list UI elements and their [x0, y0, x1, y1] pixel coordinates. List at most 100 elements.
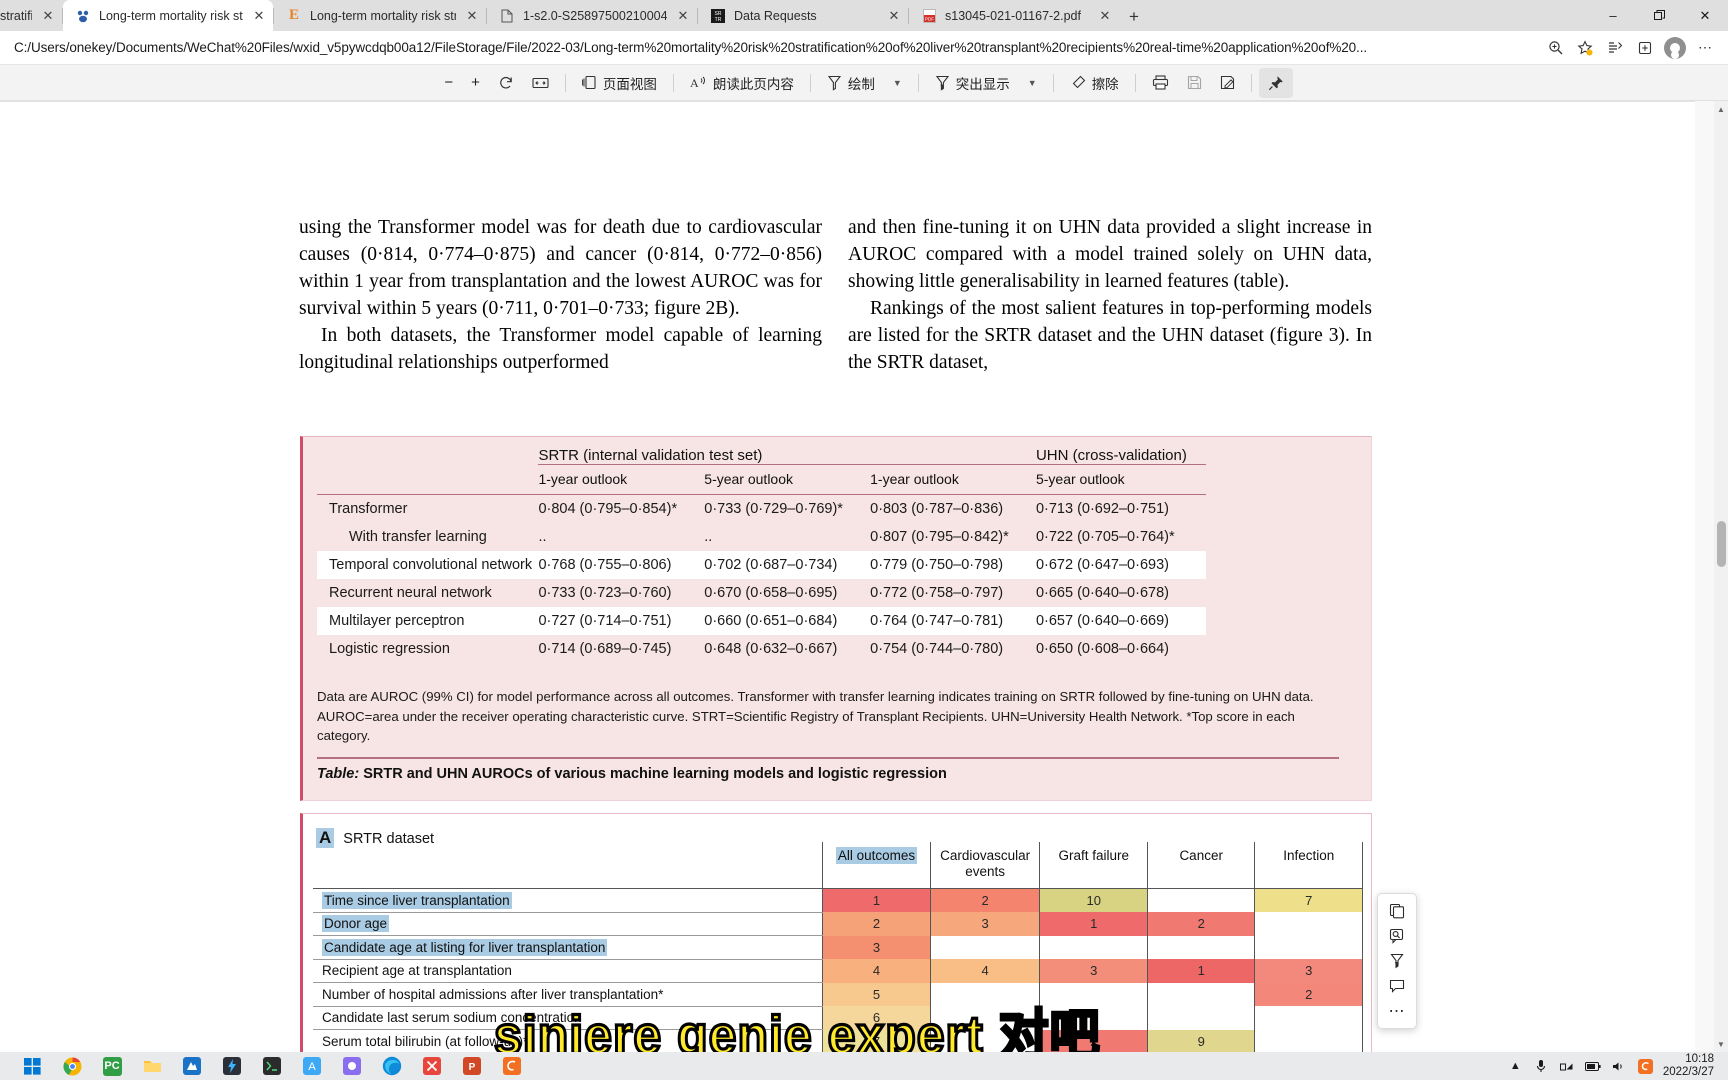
more-options-icon[interactable]: ⋯ [1384, 998, 1410, 1023]
search-web-icon[interactable] [1384, 924, 1410, 949]
scroll-down-icon[interactable]: ▼ [1714, 1036, 1728, 1052]
windows-start-icon[interactable] [12, 1052, 52, 1080]
close-tab-icon[interactable]: ✕ [886, 8, 902, 24]
pdf-viewer[interactable]: using the Transformer model was for deat… [0, 101, 1728, 1052]
cell-value: 0·714 (0·689–0·745) [538, 641, 672, 657]
close-tab-icon[interactable]: ✕ [251, 8, 267, 24]
close-tab-icon[interactable]: ✕ [464, 8, 480, 24]
fit-page-button[interactable] [523, 68, 558, 98]
clock[interactable]: 10:18 2022/3/27 [1663, 1053, 1718, 1079]
heatmap-cell [1146, 982, 1256, 1006]
table-corner-cell [317, 447, 538, 465]
ime-icon[interactable] [1637, 1056, 1654, 1076]
battery-icon[interactable] [1585, 1056, 1602, 1076]
caption-text: SRTR and UHN AUROCs of various machine l… [363, 766, 947, 782]
url-text[interactable]: C:/Users/onekey/Documents/WeChat%20Files… [10, 40, 1540, 55]
highlight-options-button[interactable]: ▼ [1019, 68, 1046, 98]
volume-icon[interactable] [1611, 1056, 1628, 1076]
table-row: Temporal convolutional network 0·768 (0·… [317, 551, 1361, 579]
cell-value: 0·648 (0·632–0·667) [704, 641, 838, 657]
scrollbar-thumb[interactable] [1717, 521, 1726, 567]
browser-tab-0[interactable]: stratific ✕ [0, 0, 62, 31]
tab-title: Data Requests [734, 8, 817, 23]
draw-label: 绘制 [847, 76, 875, 92]
add-collection-icon[interactable] [1630, 33, 1660, 63]
favorite-icon[interactable] [1570, 33, 1600, 63]
baidu-icon [75, 8, 91, 24]
close-tab-icon[interactable]: ✕ [40, 8, 56, 24]
cell-value: .. [538, 529, 547, 545]
caption-divider [317, 757, 1339, 759]
close-tab-icon[interactable]: ✕ [675, 8, 691, 24]
save-as-button[interactable] [1211, 68, 1244, 98]
heatmap-col-infection: Infection [1254, 842, 1363, 889]
profile-icon[interactable] [1660, 33, 1690, 63]
tab-title: Long-term mortality risk stratific [99, 8, 243, 23]
close-tab-icon[interactable]: ✕ [1097, 8, 1113, 24]
row-label: Transformer [317, 494, 539, 523]
page-view-icon [581, 75, 597, 90]
draw-options-button[interactable]: ▼ [884, 68, 911, 98]
new-tab-button[interactable]: + [1119, 3, 1149, 31]
browser-tab-2[interactable]: E Long-term mortality risk stratific ✕ [274, 0, 486, 31]
editor-icon[interactable] [172, 1052, 212, 1080]
maximize-button[interactable] [1636, 0, 1682, 31]
zoom-in-button[interactable]: + [462, 68, 489, 98]
print-button[interactable] [1143, 68, 1178, 98]
zoom-icon[interactable] [1540, 33, 1570, 63]
minimize-button[interactable]: – [1590, 0, 1636, 31]
paragraph: using the Transformer model was for deat… [299, 217, 822, 319]
pc-icon[interactable]: PC [92, 1052, 132, 1080]
browser-tab-1[interactable]: Long-term mortality risk stratific ✕ [63, 0, 273, 31]
collections-icon[interactable] [1600, 33, 1630, 63]
erase-button[interactable]: 擦除 [1061, 68, 1128, 98]
tab-title: Long-term mortality risk stratific [310, 8, 456, 23]
table-row: Recurrent neural network 0·733 (0·723–0·… [317, 579, 1361, 607]
highlight-icon[interactable] [1384, 949, 1410, 974]
browser-tab-5[interactable]: PDF s13045-021-01167-2.pdf ✕ [909, 0, 1119, 31]
folder-icon[interactable] [132, 1052, 172, 1080]
subheader-srtr-5yr: 5-year outlook [704, 464, 871, 495]
clock-date: 2022/3/27 [1662, 1066, 1714, 1078]
row-label: Multilayer perceptron [317, 607, 539, 635]
close-window-button[interactable]: ✕ [1682, 0, 1728, 31]
heatmap-cell [1254, 1006, 1363, 1030]
browser-tab-3[interactable]: 1-s2.0-S2589750021000406-mm ✕ [487, 0, 697, 31]
erase-icon [1070, 75, 1086, 91]
paragraph: Rankings of the most salient features in… [848, 298, 1372, 373]
tab-title: stratific [0, 8, 32, 23]
settings-more-icon[interactable]: ⋯ [1690, 33, 1720, 63]
page-view-button[interactable]: 页面视图 [573, 68, 666, 98]
page-top-divider [0, 101, 1695, 102]
mic-icon[interactable] [1533, 1056, 1550, 1076]
rotate-button[interactable] [489, 68, 523, 98]
highlight-button[interactable]: 突出显示 [926, 68, 1019, 98]
selection-context-toolbar[interactable]: ⋯ [1377, 893, 1417, 1029]
up-arrow-icon[interactable]: ▲ [1507, 1056, 1524, 1076]
file-icon [499, 8, 515, 24]
pin-toolbar-button[interactable] [1258, 67, 1293, 98]
chrome-icon[interactable] [52, 1052, 92, 1080]
zoom-out-button[interactable]: − [435, 68, 462, 98]
sogou-icon[interactable] [492, 1052, 532, 1080]
table-row: Transformer 0·804 (0·795–0·854)* 0·733 (… [317, 494, 1361, 523]
network-icon[interactable] [1559, 1056, 1576, 1076]
add-comment-icon[interactable] [1384, 973, 1410, 998]
copy-icon[interactable] [1384, 899, 1410, 924]
xmind-icon[interactable] [412, 1052, 452, 1080]
cell-value: 0·660 (0·651–0·684) [704, 607, 871, 635]
edge-icon[interactable] [372, 1052, 412, 1080]
read-aloud-button[interactable]: A 朗读此页内容 [681, 68, 803, 98]
save-button[interactable] [1178, 68, 1211, 98]
draw-button[interactable]: 绘制 [818, 68, 884, 98]
browser-tab-4[interactable]: SR TR Data Requests ✕ [698, 0, 908, 31]
pdf-page: using the Transformer model was for deat… [0, 101, 1695, 1052]
toolbar-divider [809, 73, 811, 92]
terminal-icon[interactable] [252, 1052, 292, 1080]
translate-icon[interactable]: A [292, 1052, 332, 1080]
powerpoint-icon[interactable]: P [452, 1052, 492, 1080]
thunder-icon[interactable] [212, 1052, 252, 1080]
scroll-up-icon[interactable]: ▲ [1714, 101, 1728, 117]
app-icon[interactable] [332, 1052, 372, 1080]
vertical-scrollbar[interactable]: ▲ ▼ [1714, 101, 1728, 1052]
